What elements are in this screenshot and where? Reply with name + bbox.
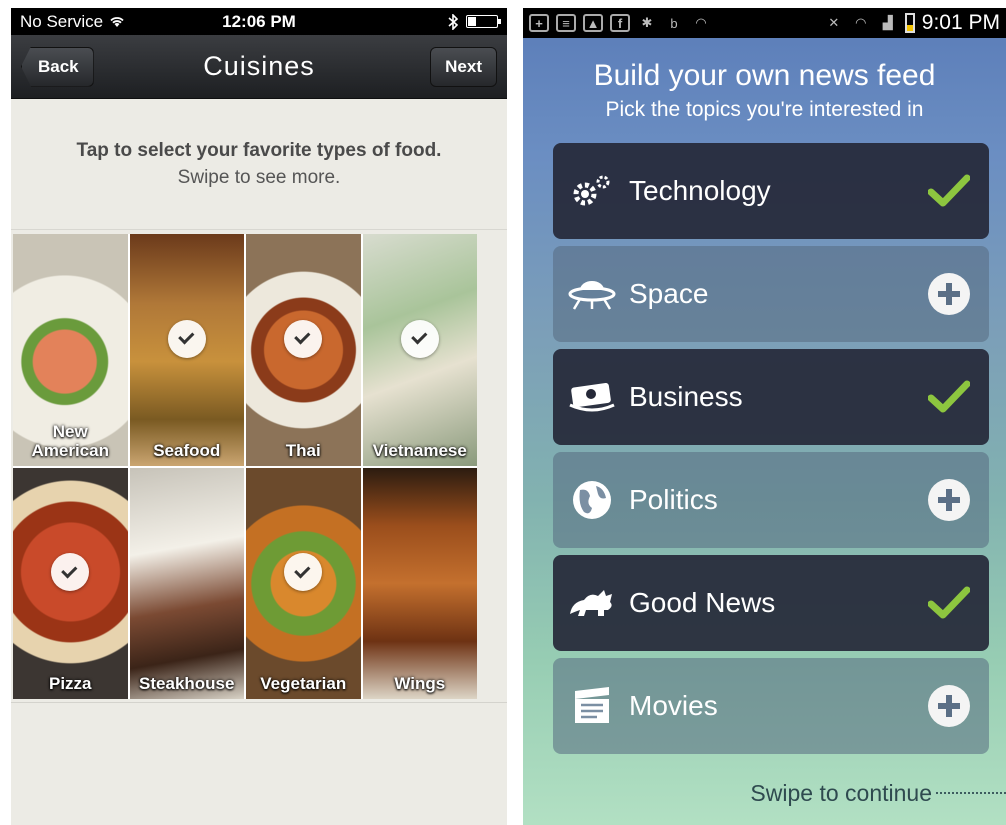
wifi-icon: ◠	[855, 15, 867, 30]
checkmark-icon	[400, 319, 439, 358]
instructions-primary: Tap to select your favorite types of foo…	[76, 140, 442, 161]
swipe-indicator	[936, 792, 1006, 794]
instructions-secondary: Swipe to see more.	[177, 167, 341, 188]
cuisine-label: New American	[31, 421, 109, 460]
status-time: 9:01 PM	[921, 11, 1000, 34]
clapperboard-icon	[567, 686, 617, 726]
news-feed-screen: + ≡ ▲ f ✱ b ◠ ✕ ◠ ▟ 9:01 PM Build your o…	[523, 8, 1006, 825]
topic-item-business[interactable]: Business	[553, 349, 989, 445]
cuisine-label: Steakhouse	[139, 674, 235, 693]
page-title: Build your own news feed	[593, 59, 936, 92]
cuisine-tile-wings[interactable]: Wings	[362, 467, 477, 699]
topic-label: Technology	[629, 175, 771, 206]
animal-icon	[567, 583, 617, 623]
next-button[interactable]: Next	[430, 46, 497, 87]
add-icon[interactable]	[927, 478, 971, 522]
checkmark-icon	[284, 553, 323, 592]
add-icon[interactable]	[927, 272, 971, 316]
status-bar: + ≡ ▲ f ✱ b ◠ ✕ ◠ ▟ 9:01 PM	[523, 8, 1006, 38]
topic-list: Technology Space Business Politics Good …	[553, 143, 989, 761]
asterisk-icon: ✱	[641, 15, 653, 30]
checkmark-icon	[51, 553, 90, 592]
wifi-hotspot-icon: ◠	[695, 15, 707, 30]
topic-item-good-news[interactable]: Good News	[553, 555, 989, 651]
topic-label: Space	[629, 278, 709, 309]
cuisine-label: Pizza	[48, 674, 92, 693]
cuisine-label: Wings	[394, 674, 446, 693]
topic-label: Business	[629, 381, 743, 412]
cuisine-tile-pizza[interactable]: Pizza	[13, 467, 128, 699]
battery-icon	[466, 15, 501, 28]
nav-bar: Back Cuisines Next	[11, 35, 507, 99]
topic-label: Good News	[629, 587, 776, 618]
cuisine-tile-vietnamese[interactable]: Vietnamese	[362, 234, 477, 466]
gears-icon	[567, 171, 617, 211]
cuisine-tile-new-american[interactable]: New American	[13, 234, 128, 466]
back-button[interactable]: Back	[21, 46, 94, 87]
globe-icon	[567, 480, 617, 520]
battery-icon	[904, 13, 915, 33]
topic-item-movies[interactable]: Movies	[553, 658, 989, 754]
mute-icon: ✕	[828, 15, 840, 30]
beats-icon: b	[670, 15, 678, 31]
cuisine-tile-steakhouse[interactable]: Steakhouse	[129, 467, 244, 699]
swipe-label: Swipe to continue	[750, 780, 932, 806]
cuisine-label: Vegetarian	[260, 674, 347, 693]
money-icon	[567, 377, 617, 417]
instructions: Tap to select your favorite types of foo…	[11, 99, 507, 230]
cuisine-tile-seafood[interactable]: Seafood	[129, 234, 244, 466]
checkmark-icon	[284, 319, 323, 358]
signal-icon: ▟	[882, 15, 893, 30]
divider	[11, 702, 507, 703]
image-notification-icon: ▲	[583, 14, 603, 32]
cuisines-screen: No Service 12:06 PM Back Cuisines Next T…	[11, 8, 507, 825]
cuisine-label: Vietnamese	[372, 440, 467, 460]
facebook-icon: f	[610, 14, 630, 32]
status-bar: No Service 12:06 PM	[11, 8, 507, 35]
topic-label: Politics	[629, 484, 718, 515]
check-icon	[927, 375, 971, 419]
cuisine-tile-thai[interactable]: Thai	[246, 234, 361, 466]
cuisine-tile-vegetarian[interactable]: Vegetarian	[246, 467, 361, 699]
carrier-text: No Service	[20, 11, 104, 31]
cuisine-label: Seafood	[153, 440, 221, 460]
check-icon	[927, 581, 971, 625]
topic-item-politics[interactable]: Politics	[553, 452, 989, 548]
calendar-notification-icon: ≡	[556, 14, 576, 32]
wifi-icon	[110, 17, 124, 27]
ufo-icon	[567, 274, 617, 314]
cuisine-grid: New American Seafood Thai Vietnamese Piz…	[13, 234, 477, 699]
topic-item-space[interactable]: Space	[553, 246, 989, 342]
add-icon[interactable]	[927, 684, 971, 728]
check-icon	[927, 169, 971, 213]
topic-item-technology[interactable]: Technology	[553, 143, 989, 239]
page-subtitle: Pick the topics you're interested in	[605, 98, 924, 121]
bluetooth-icon	[448, 13, 458, 30]
checkmark-icon	[167, 319, 206, 358]
swipe-hint[interactable]: Swipe to continue	[523, 780, 1006, 807]
add-notification-icon: +	[529, 14, 549, 32]
topic-label: Movies	[629, 690, 718, 721]
cuisine-label: Thai	[285, 440, 321, 460]
